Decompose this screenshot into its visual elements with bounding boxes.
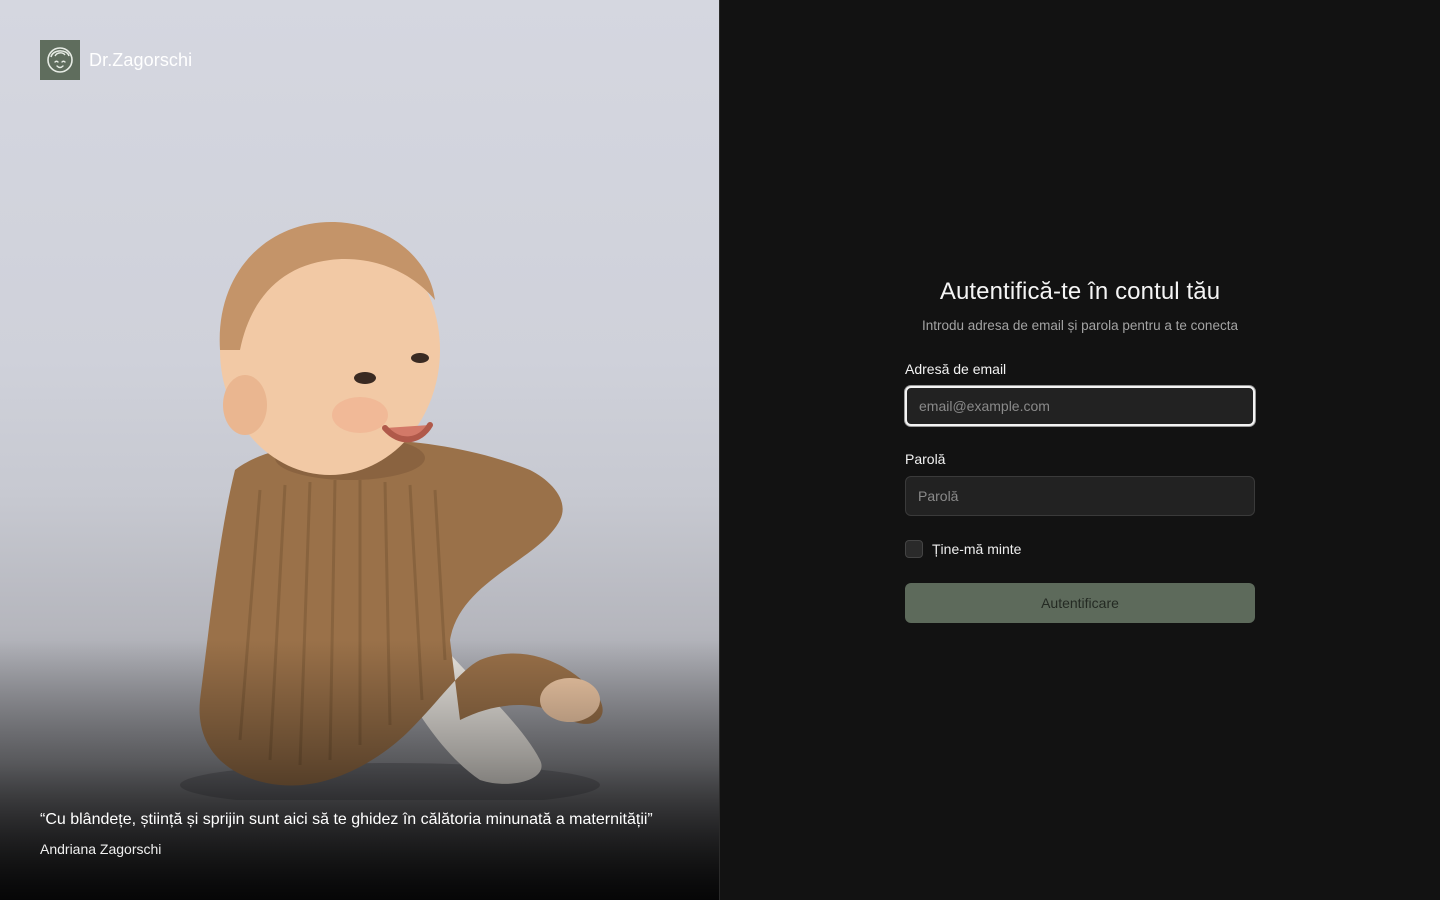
page-title: Autentifică-te în contul tău xyxy=(939,278,1221,305)
hero-panel: Dr.Zagorschi “Cu blândețe, știință și sp… xyxy=(0,0,719,900)
login-button[interactable]: Autentificare xyxy=(905,583,1255,623)
hero-quote: “Cu blândețe, știință și sprijin sunt ai… xyxy=(40,811,653,828)
remember-me[interactable]: Ține-mă minte xyxy=(905,540,1021,558)
face-logo-icon xyxy=(40,40,80,80)
quote-author: Andriana Zagorschi xyxy=(40,841,162,857)
photo-gradient-overlay xyxy=(0,640,719,900)
brand[interactable]: Dr.Zagorschi xyxy=(40,40,192,80)
brand-name: Dr.Zagorschi xyxy=(89,49,193,70)
email-label: Adresă de email xyxy=(905,361,1007,377)
panel-divider xyxy=(719,0,720,900)
email-field[interactable] xyxy=(905,386,1255,426)
remember-me-label[interactable]: Ține-mă minte xyxy=(932,541,1021,557)
login-header: Autentifică-te în contul tău Introdu adr… xyxy=(905,278,1255,333)
remember-me-checkbox[interactable] xyxy=(905,540,923,558)
password-field[interactable] xyxy=(905,476,1255,516)
password-label: Parolă xyxy=(905,451,946,467)
page-subtitle: Introdu adresa de email și parola pentru… xyxy=(922,318,1238,333)
